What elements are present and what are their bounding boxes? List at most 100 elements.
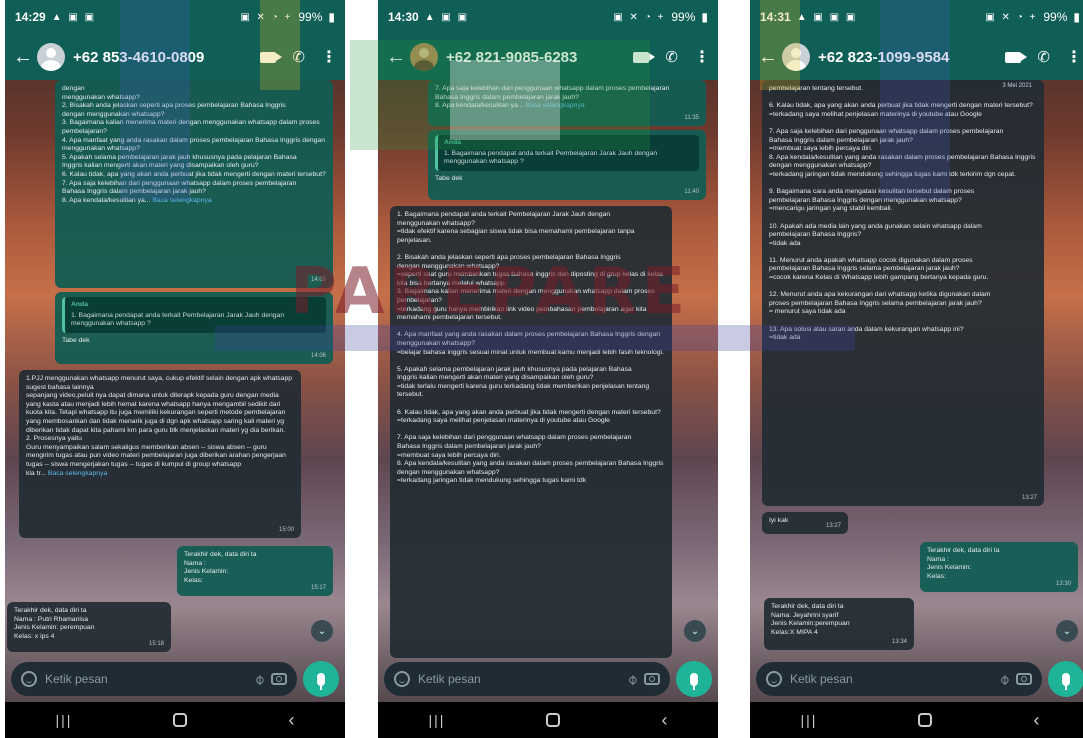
back-arrow-icon[interactable]: ← (758, 46, 778, 69)
voice-record-button[interactable] (676, 661, 712, 697)
read-more-link[interactable]: Baca selengkapnya (152, 197, 211, 204)
notification-icons: ▲ ▣ ▣ (51, 11, 97, 23)
home-icon[interactable] (173, 713, 188, 727)
message-incoming[interactable]: 1. Bagaimana pendapat anda terkait Pembe… (390, 206, 672, 658)
message-outgoing[interactable]: 7. Apa saja kelebihan dari penggunaan wh… (428, 80, 706, 126)
chat-header: ← +62 821-9085-6283 ✆ ⋮ (378, 34, 718, 80)
avatar[interactable] (782, 43, 810, 71)
camera-icon[interactable] (1016, 673, 1032, 685)
recent-apps-icon[interactable]: ||| (429, 712, 446, 728)
message-date: 3 Mei 2021 (1002, 83, 1032, 89)
chat-area[interactable]: 7. Apa saja kelebihan dari penggunaan wh… (378, 80, 718, 658)
message-input[interactable]: Ketik pesan ⌀ (756, 662, 1042, 696)
voice-record-button[interactable] (1048, 661, 1083, 697)
home-icon[interactable] (918, 713, 933, 727)
read-more-link[interactable]: Baca selengkapnya (525, 102, 584, 109)
message-input[interactable]: Ketik pesan ⌀ (11, 662, 297, 696)
recent-apps-icon[interactable]: ||| (801, 712, 818, 728)
scroll-down-icon[interactable]: ⌄ (1056, 620, 1078, 642)
system-icons: ▣ ✕ ◔ + (613, 11, 666, 23)
voice-call-icon[interactable]: ✆ (292, 48, 305, 66)
message-text: 1. Bagaimana pendapat anda terkait Pembe… (397, 211, 664, 485)
contact-name[interactable]: +62 853-4610-0809 (73, 49, 260, 66)
quote-text: 1. Bagaimana pendapat anda terkait Pembe… (71, 311, 285, 328)
emoji-icon[interactable] (21, 671, 37, 687)
message-incoming[interactable]: 1.PJJ menggunakan whatsapp menurut saya,… (19, 370, 301, 538)
message-text: pembelajaran tentang tersebut. 6. Kalau … (769, 85, 1036, 342)
chat-area[interactable]: dengan menggunakan whatsapp? 2. Bisakah … (5, 80, 345, 658)
message-time: 15:18 (148, 641, 164, 648)
message-outgoing[interactable]: Terakhir dek, data diri ta Nama : Jenis … (177, 546, 333, 596)
message-text: Terakhir dek, data diri ta Nama: Jeyahri… (771, 603, 850, 636)
message-incoming[interactable]: 3 Mei 2021 pembelajaran tentang tersebut… (762, 80, 1044, 506)
battery-icon: ▮ (701, 10, 708, 24)
more-options-icon[interactable]: ⋮ (321, 47, 337, 67)
attach-icon[interactable]: ⌀ (250, 670, 268, 688)
camera-icon[interactable] (271, 673, 287, 685)
message-incoming[interactable]: Terakhir dek, data diri ta Nama : Putri … (7, 602, 171, 652)
notification-icons: ▲ ▣ ▣ ▣ (796, 11, 858, 23)
phone-screen-2: 14:30 ▲ ▣ ▣ ▣ ✕ ◔ + 99% ▮ ← +62 821-9085… (378, 0, 718, 738)
nav-back-icon[interactable]: ‹ (288, 710, 294, 731)
nav-back-icon[interactable]: ‹ (1033, 710, 1039, 731)
avatar[interactable] (37, 43, 65, 71)
message-time: 11:40 (684, 189, 699, 196)
message-composer: Ketik pesan ⌀ (378, 658, 718, 700)
emoji-icon[interactable] (766, 671, 782, 687)
scroll-down-icon[interactable]: ⌄ (684, 620, 706, 642)
recent-apps-icon[interactable]: ||| (56, 712, 73, 728)
attach-icon[interactable]: ⌀ (623, 670, 641, 688)
message-composer: Ketik pesan ⌀ (5, 658, 345, 700)
attach-icon[interactable]: ⌀ (995, 670, 1013, 688)
input-placeholder: Ketik pesan (45, 672, 108, 686)
battery-level: 99% (671, 10, 696, 24)
message-incoming[interactable]: Iyi kak 13:27 (762, 512, 848, 534)
chat-area[interactable]: 3 Mei 2021 pembelajaran tentang tersebut… (750, 80, 1083, 658)
phone-screen-1: 14:29 ▲ ▣ ▣ ▣ ✕ ◔ + 99% ▮ ← +62 853-4610… (5, 0, 345, 738)
screenshot-collage: 14:29 ▲ ▣ ▣ ▣ ✕ ◔ + 99% ▮ ← +62 853-4610… (0, 0, 1083, 738)
emoji-icon[interactable] (394, 671, 410, 687)
status-time: 14:31 (760, 10, 791, 24)
contact-name[interactable]: +62 823-1099-9584 (818, 49, 1005, 66)
video-call-icon[interactable] (1005, 51, 1028, 63)
message-text: Tabe dek (62, 336, 90, 344)
input-placeholder: Ketik pesan (418, 672, 481, 686)
system-nav-bar: ||| ‹ (750, 702, 1083, 738)
message-outgoing[interactable]: Anda 1. Bagaimana pendapat anda terkait … (55, 292, 333, 364)
read-more-link[interactable]: Baca selengkapnya (48, 470, 107, 477)
quoted-message[interactable]: Anda 1. Bagaimana pendapat anda terkait … (435, 135, 699, 171)
back-arrow-icon[interactable]: ← (386, 46, 406, 69)
system-icons: ▣ ✕ ◔ + (240, 11, 293, 23)
microphone-icon (317, 672, 325, 690)
message-incoming[interactable]: Terakhir dek, data diri ta Nama: Jeyahri… (764, 598, 914, 650)
message-input[interactable]: Ketik pesan ⌀ (384, 662, 670, 696)
voice-call-icon[interactable]: ✆ (1037, 48, 1050, 66)
video-call-icon[interactable] (260, 51, 283, 63)
video-call-icon[interactable] (633, 51, 656, 63)
scroll-down-icon[interactable]: ⌄ (311, 620, 333, 642)
quoted-message[interactable]: Anda 1. Bagaimana pendapat anda terkait … (62, 297, 326, 333)
avatar[interactable] (410, 43, 438, 71)
microphone-icon (690, 672, 698, 690)
nav-back-icon[interactable]: ‹ (661, 710, 667, 731)
status-time: 14:30 (388, 10, 419, 24)
voice-call-icon[interactable]: ✆ (665, 48, 678, 66)
message-text: Terakhir dek, data diri ta Nama : Putri … (14, 607, 95, 640)
message-outgoing[interactable]: Terakhir dek, data diri ta Nama : Jenis … (920, 542, 1078, 592)
message-outgoing[interactable]: dengan menggunakan whatsapp? 2. Bisakah … (55, 80, 333, 288)
message-text: dengan menggunakan whatsapp? 2. Bisakah … (62, 85, 326, 204)
voice-record-button[interactable] (303, 661, 339, 697)
message-text: Terakhir dek, data diri ta Nama : Jenis … (927, 547, 1000, 580)
contact-name[interactable]: +62 821-9085-6283 (446, 49, 633, 66)
message-text: Terakhir dek, data diri ta Nama : Jenis … (184, 551, 257, 584)
home-icon[interactable] (546, 713, 561, 727)
quote-author: Anda (444, 139, 461, 146)
more-options-icon[interactable]: ⋮ (694, 47, 710, 67)
back-arrow-icon[interactable]: ← (13, 46, 33, 69)
camera-icon[interactable] (644, 673, 660, 685)
message-outgoing[interactable]: Anda 1. Bagaimana pendapat anda terkait … (428, 130, 706, 200)
battery-level: 99% (1043, 10, 1068, 24)
system-nav-bar: ||| ‹ (378, 702, 718, 738)
more-options-icon[interactable]: ⋮ (1066, 47, 1082, 67)
input-placeholder: Ketik pesan (790, 672, 853, 686)
